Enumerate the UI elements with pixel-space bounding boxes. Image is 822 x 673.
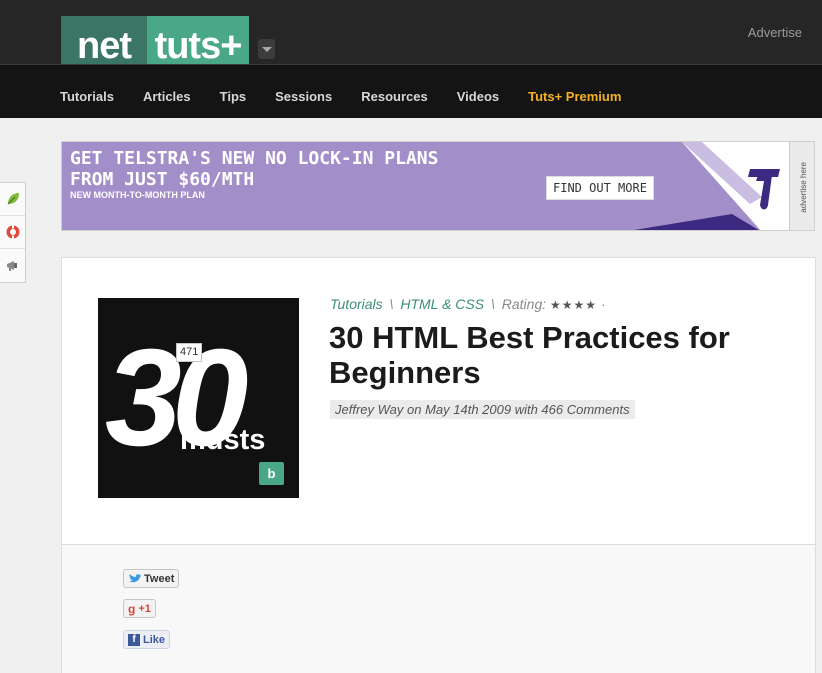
advertise-here-tab[interactable]: advertise here <box>789 142 814 230</box>
category-html-css[interactable]: HTML & CSS <box>400 296 484 312</box>
article-byline: Jeffrey Way on May 14th 2009 with 466 Co… <box>330 400 635 419</box>
article-meta: Tutorials \ HTML & CSS \ Rating: ★★★★ · <box>330 296 606 312</box>
separator: \ <box>389 296 394 312</box>
nav-tuts-premium[interactable]: Tuts+ Premium <box>528 89 621 104</box>
advertise-link[interactable]: Advertise <box>748 25 802 40</box>
speech-bubble-icon: b <box>259 462 284 485</box>
separator: \ <box>490 296 495 312</box>
banner-subline: NEW MONTH-TO-MONTH PLAN <box>70 190 205 200</box>
nav-tutorials[interactable]: Tutorials <box>60 89 114 104</box>
evernote-button[interactable] <box>0 183 25 216</box>
like-count: 471 <box>176 343 203 362</box>
nav-tips[interactable]: Tips <box>220 89 247 104</box>
nav-sessions[interactable]: Sessions <box>275 89 332 104</box>
like-label: Like <box>143 633 166 646</box>
lifebuoy-icon <box>6 225 19 239</box>
facebook-like-button[interactable]: f Like <box>123 630 171 649</box>
google-g-icon: g <box>128 601 136 616</box>
category-tutorials[interactable]: Tutorials <box>330 296 383 312</box>
article-thumbnail[interactable]: 30 musts b <box>98 298 299 498</box>
tweet-label: Tweet <box>144 572 175 585</box>
help-button[interactable] <box>0 216 25 249</box>
thumbnail-word: musts <box>180 424 266 456</box>
twitter-bird-icon <box>129 574 142 583</box>
plus-one-label: +1 <box>138 602 151 615</box>
floating-toolbar <box>0 182 26 283</box>
facebook-f-icon: f <box>128 633 140 646</box>
top-header: net tuts+ Advertise <box>0 0 822 76</box>
leaf-icon <box>7 193 19 205</box>
megaphone-icon <box>6 260 17 271</box>
telstra-ad-banner[interactable]: GET TELSTRA'S NEW NO LOCK-IN PLANS FROM … <box>61 141 815 231</box>
share-section: Tweet g +1 f Like <box>62 545 815 673</box>
banner-headline: GET TELSTRA'S NEW NO LOCK-IN PLANS FROM … <box>70 148 439 190</box>
nav-resources[interactable]: Resources <box>361 89 427 104</box>
nav-articles[interactable]: Articles <box>143 89 191 104</box>
find-out-more-button[interactable]: FIND OUT MORE <box>546 176 654 200</box>
rating-label: Rating: <box>501 296 547 312</box>
main-navigation: Tutorials Articles Tips Sessions Resourc… <box>0 64 822 118</box>
article-card: 30 musts b Tutorials \ HTML & CSS \ Rati… <box>61 257 816 673</box>
site-switcher-dropdown[interactable] <box>258 39 275 59</box>
announce-button[interactable] <box>0 249 25 282</box>
nav-videos[interactable]: Videos <box>457 89 499 104</box>
article-title: 30 HTML Best Practices for Beginners <box>329 320 730 390</box>
chevron-down-icon <box>261 46 272 52</box>
rating-stars[interactable]: ★★★★ <box>550 298 597 312</box>
tweet-button[interactable]: Tweet <box>123 569 180 588</box>
rating-dot: · <box>600 296 606 312</box>
google-plus-one-button[interactable]: g +1 <box>123 599 156 618</box>
